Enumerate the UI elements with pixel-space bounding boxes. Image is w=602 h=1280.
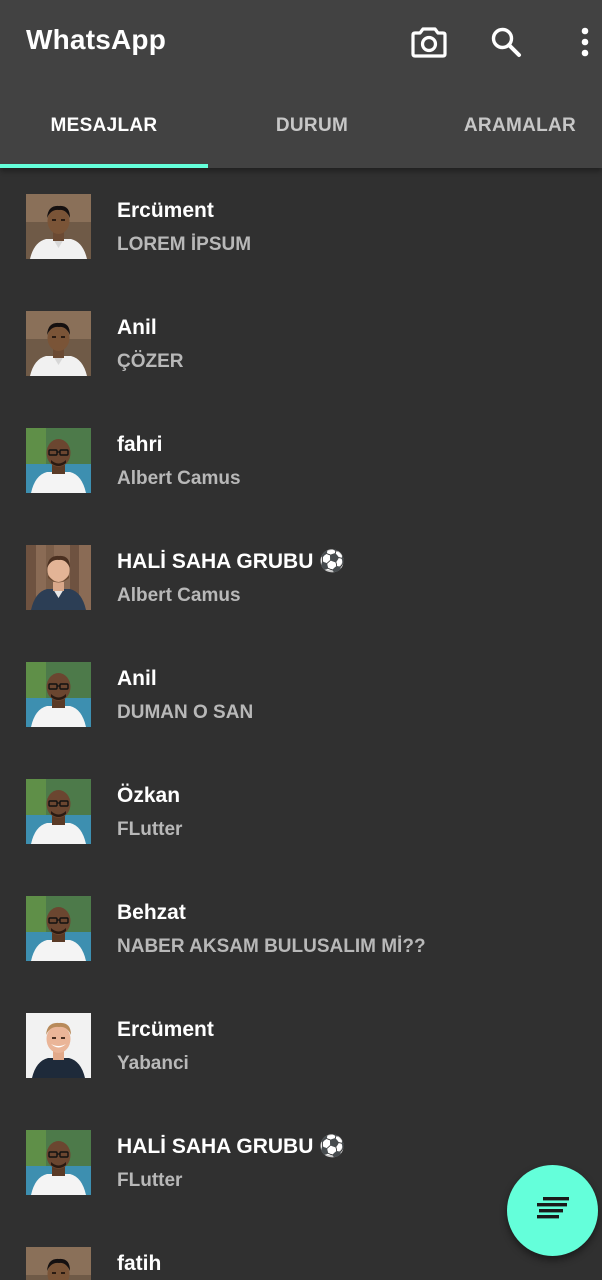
avatar (26, 1013, 91, 1078)
avatar (26, 428, 91, 493)
tab-durum[interactable]: DURUM (208, 84, 416, 168)
chat-name: Behzat (117, 901, 186, 924)
chat-row[interactable]: Özkan FLutter (0, 753, 602, 870)
chat-last-message: FLutter (117, 819, 183, 840)
tab-bar: MESAJLAR DURUM ARAMALAR (0, 84, 602, 168)
tab-mesajlar[interactable]: MESAJLAR (0, 84, 208, 168)
more-vert-icon (580, 27, 590, 62)
tab-aramalar[interactable]: ARAMALAR (416, 84, 602, 168)
camera-icon (411, 26, 447, 63)
chat-name: HALİ SAHA GRUBU ⚽ (117, 550, 346, 573)
tab-indicator (0, 164, 208, 168)
more-options-button[interactable] (563, 22, 602, 66)
avatar (26, 662, 91, 727)
chat-name: HALİ SAHA GRUBU ⚽ (117, 1135, 346, 1158)
avatar (26, 779, 91, 844)
chat-last-message: Albert Camus (117, 585, 241, 606)
new-chat-fab[interactable] (507, 1165, 598, 1256)
chat-last-message: DUMAN O SAN (117, 702, 254, 723)
chat-name: Özkan (117, 784, 181, 807)
search-button[interactable] (484, 22, 528, 66)
camera-button[interactable] (407, 22, 451, 66)
app-title: WhatsApp (26, 24, 167, 55)
chat-row[interactable]: Anil DUMAN O SAN (0, 636, 602, 753)
chat-name: Ercüment (117, 199, 214, 222)
avatar (26, 194, 91, 259)
chat-name: fatih (117, 1252, 162, 1275)
chat-row[interactable]: Anil ÇÖZER (0, 285, 602, 402)
chat-last-message: LOREM İPSUM (117, 234, 252, 255)
sort-icon (536, 1197, 569, 1224)
avatar (26, 311, 91, 376)
chat-row[interactable]: Behzat NABER AKSAM BULUSALIM Mİ?? (0, 870, 602, 987)
chat-name: Anil (117, 667, 157, 690)
chat-name: Anil (117, 316, 157, 339)
chat-name: fahri (117, 433, 163, 456)
search-icon (490, 26, 522, 63)
chat-row[interactable]: fahri Albert Camus (0, 402, 602, 519)
chat-row[interactable]: Ercüment LOREM İPSUM (0, 168, 602, 285)
avatar (26, 896, 91, 961)
chat-last-message: ÇÖZER (117, 351, 184, 372)
avatar (26, 1247, 91, 1280)
chat-last-message: NABER AKSAM BULUSALIM Mİ?? (117, 936, 426, 957)
chat-last-message: Yabanci (117, 1053, 189, 1074)
chat-row[interactable]: HALİ SAHA GRUBU ⚽ Albert Camus (0, 519, 602, 636)
whatsapp-screen: WhatsApp MESAJLAR DURUM ARAMALAR Ercümen… (0, 0, 602, 1280)
chat-last-message: Albert Camus (117, 468, 241, 489)
chat-name: Ercüment (117, 1018, 214, 1041)
app-bar: WhatsApp MESAJLAR DURUM ARAMALAR (0, 0, 602, 168)
chat-list: Ercüment LOREM İPSUM Anil ÇÖZER fahri Al… (0, 168, 602, 1280)
avatar (26, 1130, 91, 1195)
avatar (26, 545, 91, 610)
chat-last-message: FLutter (117, 1170, 183, 1191)
chat-row[interactable]: Ercüment Yabanci (0, 987, 602, 1104)
